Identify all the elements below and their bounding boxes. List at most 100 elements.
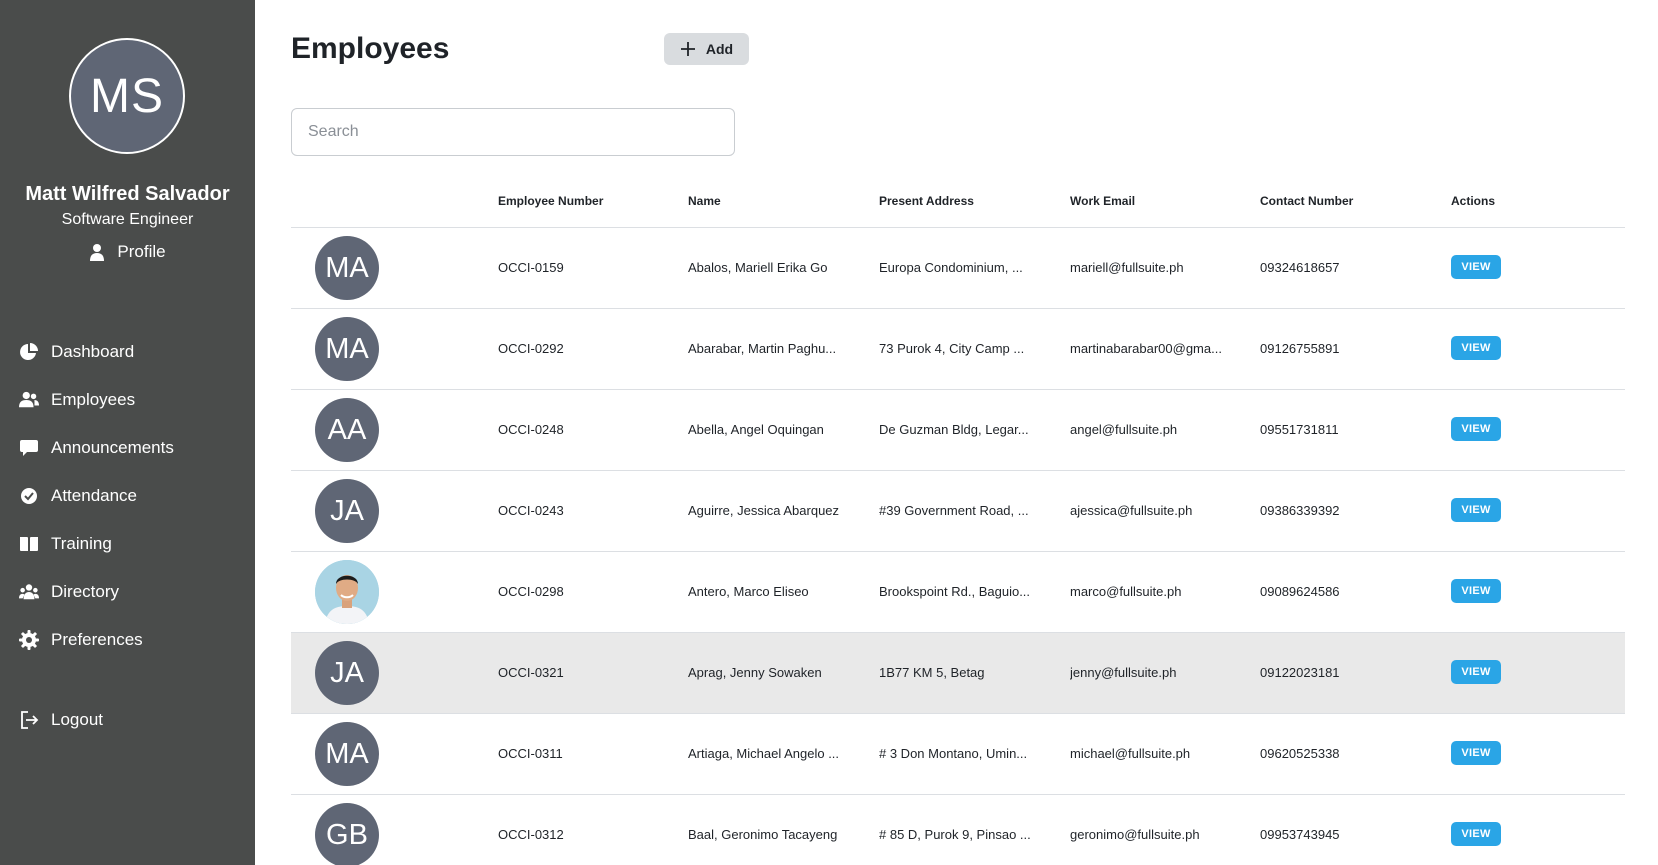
employee-name: Baal, Geronimo Tacayeng (688, 827, 838, 842)
employee-avatar: MA (315, 236, 379, 300)
chat-bubble-icon (20, 440, 38, 456)
contact-number: 09324618657 (1260, 260, 1340, 275)
present-address: Europa Condominium, ... (879, 260, 1023, 275)
employee-avatar: JA (315, 641, 379, 705)
sidebar-item-dashboard[interactable]: Dashboard (0, 328, 255, 376)
view-button[interactable]: VIEW (1451, 822, 1501, 846)
sidebar-item-label: Announcements (51, 438, 174, 457)
sidebar-item-preferences[interactable]: Preferences (0, 616, 255, 664)
logout-button[interactable]: Logout (0, 696, 255, 744)
sidebar-item-label: Attendance (51, 486, 138, 505)
employee-avatar: MA (315, 722, 379, 786)
employee-name: Antero, Marco Eliseo (688, 584, 809, 599)
present-address: 73 Purok 4, City Camp ... (879, 341, 1025, 356)
employees-table: Employee Number Name Present Address Wor… (291, 176, 1625, 865)
profile-link[interactable]: Profile (0, 242, 255, 262)
view-button[interactable]: VIEW (1451, 579, 1501, 603)
employee-number: OCCI-0243 (498, 503, 564, 518)
employee-number: OCCI-0298 (498, 584, 564, 599)
work-email: martinabarabar00@gma... (1070, 341, 1222, 356)
add-employee-button[interactable]: Add (664, 33, 749, 65)
table-row[interactable]: MA OCCI-0292 Abarabar, Martin Paghu... 73… (291, 309, 1625, 390)
view-button[interactable]: VIEW (1451, 255, 1501, 279)
sidebar-item-label: Directory (51, 582, 120, 601)
col-contact-number[interactable]: Contact Number (1260, 194, 1353, 208)
profile-label: Profile (117, 242, 166, 261)
employee-number: OCCI-0321 (498, 665, 564, 680)
table-row[interactable]: JA OCCI-0321 Aprag, Jenny Sowaken 1B77 KM… (291, 633, 1625, 714)
contact-number: 09126755891 (1260, 341, 1340, 356)
employee-avatar: AA (315, 398, 379, 462)
book-icon (20, 537, 38, 551)
search-input[interactable] (291, 108, 735, 156)
contact-number: 09386339392 (1260, 503, 1340, 518)
view-button[interactable]: VIEW (1451, 660, 1501, 684)
col-actions: Actions (1451, 194, 1496, 208)
sidebar-item-employees[interactable]: Employees (0, 376, 255, 424)
employee-name: Abalos, Mariell Erika Go (688, 260, 828, 275)
logout-icon (21, 711, 39, 729)
sidebar-item-training[interactable]: Training (0, 520, 255, 568)
view-button[interactable]: VIEW (1451, 336, 1501, 360)
employee-name: Aguirre, Jessica Abarquez (688, 503, 840, 518)
sidebar: MS Matt Wilfred Salvador Software Engine… (0, 0, 255, 865)
user-role: Software Engineer (61, 211, 194, 228)
check-circle-icon (21, 488, 37, 504)
table-row[interactable]: MA OCCI-0311 Artiaga, Michael Angelo ... … (291, 714, 1625, 795)
table-row[interactable]: OCCI-0298 Antero, Marco Eliseo Brookspoi… (291, 552, 1625, 633)
view-button[interactable]: VIEW (1451, 498, 1501, 522)
present-address: Brookspoint Rd., Baguio... (879, 584, 1031, 599)
sidebar-item-attendance[interactable]: Attendance (0, 472, 255, 520)
employee-number: OCCI-0159 (498, 260, 564, 275)
col-present-address[interactable]: Present Address (879, 194, 974, 208)
sidebar-item-label: Training (51, 534, 112, 553)
employee-number: OCCI-0248 (498, 422, 564, 437)
col-employee-number[interactable]: Employee Number (498, 194, 603, 208)
person-icon (90, 244, 105, 261)
present-address: De Guzman Bldg, Legar... (879, 422, 1029, 437)
present-address: # 85 D, Purok 9, Pinsao ... (879, 827, 1031, 842)
sidebar-item-directory[interactable]: Directory (0, 568, 255, 616)
sidebar-item-announcements[interactable]: Announcements (0, 424, 255, 472)
contact-number: 09953743945 (1260, 827, 1340, 842)
work-email: marco@fullsuite.ph (1070, 584, 1182, 599)
gear-icon (19, 630, 39, 650)
logout-label: Logout (51, 710, 103, 729)
present-address: #39 Government Road, ... (879, 503, 1029, 518)
table-row[interactable]: JA OCCI-0243 Aguirre, Jessica Abarquez #3… (291, 471, 1625, 552)
employee-number: OCCI-0311 (498, 746, 563, 761)
pie-chart-icon (20, 343, 38, 360)
sidebar-item-label: Dashboard (51, 342, 135, 361)
sidebar-nav: Dashboard Employees Announcements Attend… (0, 328, 255, 664)
add-label: Add (705, 41, 734, 57)
employee-name: Artiaga, Michael Angelo ... (688, 746, 840, 761)
contact-number: 09551731811 (1260, 422, 1339, 437)
work-email: ajessica@fullsuite.ph (1070, 503, 1193, 518)
contact-number: 09089624586 (1260, 584, 1340, 599)
work-email: jenny@fullsuite.ph (1070, 665, 1177, 680)
people-group-icon (19, 584, 39, 600)
col-name[interactable]: Name (688, 194, 721, 208)
contact-number: 09122023181 (1260, 665, 1340, 680)
table-body: MA OCCI-0159 Abalos, Mariell Erika Go Eur… (291, 228, 1625, 865)
employee-avatar: MA (315, 317, 379, 381)
table-row[interactable]: AA OCCI-0248 Abella, Angel Oquingan De Gu… (291, 390, 1625, 471)
present-address: # 3 Don Montano, Umin... (879, 746, 1028, 761)
person-photo-icon (315, 560, 379, 624)
work-email: geronimo@fullsuite.ph (1070, 827, 1200, 842)
employee-avatar: GB (315, 803, 379, 865)
employee-avatar: JA (315, 479, 379, 543)
work-email: michael@fullsuite.ph (1070, 746, 1191, 761)
user-avatar[interactable]: MS (69, 38, 185, 154)
user-name: Matt Wilfred Salvador (25, 183, 230, 205)
view-button[interactable]: VIEW (1451, 417, 1501, 441)
page-title: Employees (291, 32, 450, 65)
employee-name: Abella, Angel Oquingan (688, 422, 824, 437)
table-row[interactable]: GB OCCI-0312 Baal, Geronimo Tacayeng # 85… (291, 795, 1625, 865)
work-email: angel@fullsuite.ph (1070, 422, 1178, 437)
view-button[interactable]: VIEW (1451, 741, 1501, 765)
table-row[interactable]: MA OCCI-0159 Abalos, Mariell Erika Go Eur… (291, 228, 1625, 309)
sidebar-item-label: Employees (51, 390, 136, 409)
work-email: mariell@fullsuite.ph (1070, 260, 1184, 275)
col-work-email[interactable]: Work Email (1070, 194, 1135, 208)
